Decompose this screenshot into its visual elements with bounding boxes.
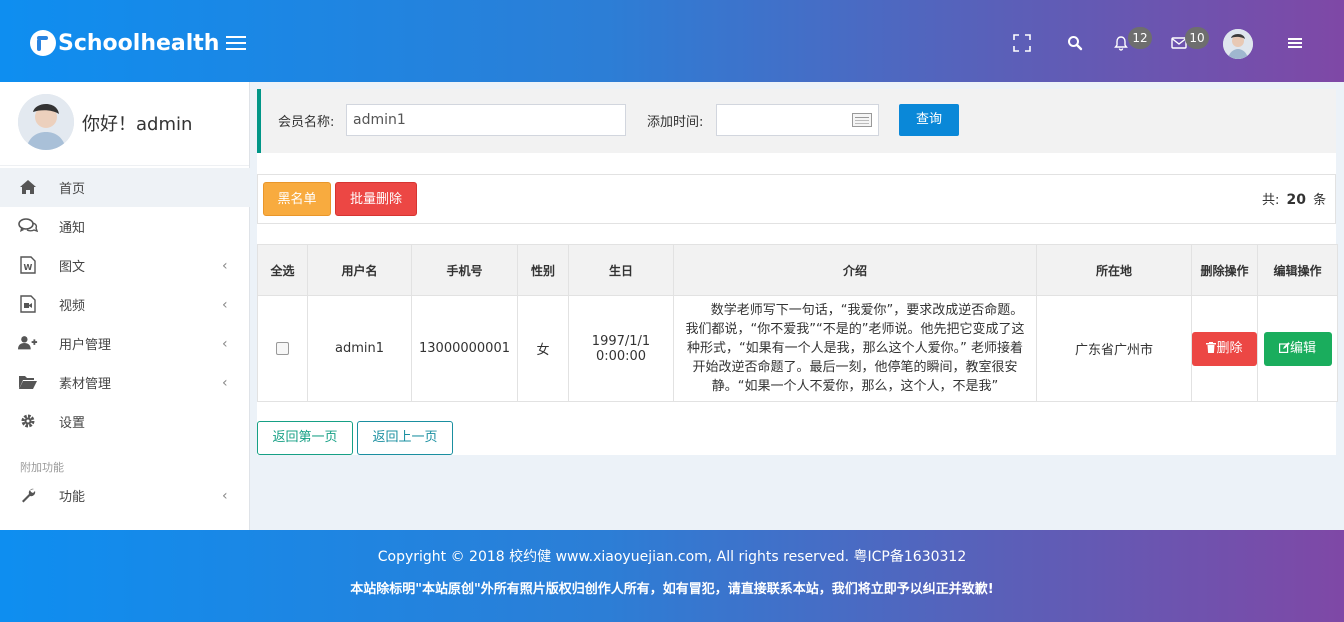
search-icon[interactable] [1064,32,1086,54]
sidebar-item-video[interactable]: 视频 ‹ [0,285,250,324]
add-time-label: 添加时间: [647,115,704,130]
edit-button[interactable]: 编辑 [1263,331,1332,366]
chevron-left-icon: ‹ [222,335,228,352]
copyright-notice: 本站除标明"本站原创"外所有照片版权归创作人所有，如有冒犯，请直接联系本站，我们… [350,582,994,597]
top-header: Schoolhealth 12 10 [0,0,1344,82]
trash-icon [1206,341,1217,353]
location-cell: 广东省广州市 [1036,295,1192,402]
members-table: 全选 用户名 手机号 性别 生日 介绍 所在地 删除操作 编辑操作 admin1… [257,244,1338,402]
greeting-text: 你好！admin [82,114,193,135]
search-panel: 会员名称: admin1 添加时间: [257,89,1336,153]
sidebar-item-label: 功能 [59,490,86,505]
sidebar-item-home[interactable]: 首页 [0,168,250,207]
home-icon [18,178,38,196]
folder-open-icon [18,373,38,391]
gender-cell: 女 [517,295,569,402]
sidebar-section-label: 附加功能 [20,461,64,474]
wrench-icon [18,486,38,504]
comments-icon [18,217,38,235]
gear-icon [18,412,38,430]
notification-badge: 12 [1128,27,1152,49]
prev-page-button[interactable]: 返回上一页 [357,421,453,455]
chevron-left-icon: ‹ [222,296,228,313]
row-checkbox[interactable] [276,342,289,355]
logo-text: Schoolhealth [58,30,220,56]
column-header: 生日 [568,244,674,296]
chevron-left-icon: ‹ [222,257,228,274]
member-name-input[interactable]: admin1 [346,104,626,136]
edit-icon [1278,341,1290,353]
sidebar-item-label: 首页 [59,182,86,197]
sidebar-item-settings[interactable]: 设置 [0,402,250,441]
total-prefix: 共: [1262,193,1280,208]
query-button[interactable]: 查询 [899,104,959,136]
sidebar-item-functions[interactable]: 功能 ‹ [0,476,250,515]
more-menu-icon[interactable] [1284,32,1306,54]
sidebar-item-label: 设置 [59,416,86,431]
user-avatar[interactable] [1223,29,1253,59]
sidebar-item-materials[interactable]: 素材管理 ‹ [0,363,250,402]
user-plus-icon [18,334,38,352]
profile-avatar[interactable] [18,94,74,150]
username-cell: admin1 [307,295,412,402]
column-header: 性别 [517,244,569,296]
chevron-left-icon: ‹ [222,374,228,391]
add-time-input[interactable] [716,104,879,136]
mail-badge: 10 [1185,27,1209,49]
logo-mark-icon [30,30,56,56]
sidebar-item-user-management[interactable]: 用户管理 ‹ [0,324,250,363]
sidebar-toggle-button[interactable] [226,36,246,50]
column-header: 编辑操作 [1257,244,1338,296]
delete-cell: 删除 [1191,295,1258,402]
copyright-text: Copyright © 2018 校约健 www.xiaoyuejian.com… [377,549,967,565]
row-select-cell [257,295,308,402]
column-header: 手机号 [411,244,518,296]
calendar-icon[interactable] [852,113,872,127]
logo[interactable]: Schoolhealth [30,28,219,58]
sidebar: 你好！admin 首页 通知 W 图文 ‹ 视频 ‹ 用户管理 ‹ 素材管理 ‹… [0,82,250,530]
table-toolbar [257,174,1336,224]
member-name-label: 会员名称: [278,115,335,130]
birthday-cell: 1997/1/1 0:00:00 [568,295,674,402]
sidebar-item-label: 图文 [59,260,86,275]
fullscreen-icon[interactable] [1011,32,1033,54]
column-header: 删除操作 [1191,244,1258,296]
sidebar-item-label: 素材管理 [59,377,112,392]
sidebar-item-label: 视频 [59,299,86,314]
first-page-button[interactable]: 返回第一页 [257,421,353,455]
sidebar-item-notice[interactable]: 通知 [0,207,250,246]
intro-cell: 数学老师写下一句话，“我爱你”，要求改成逆否命题。我们都说，“你不爱我”“不是的… [673,295,1037,402]
sidebar-profile: 你好！admin [0,82,249,166]
select-all-header[interactable]: 全选 [257,244,308,296]
delete-button[interactable]: 删除 [1192,331,1257,366]
svg-text:W: W [24,263,33,272]
table-header-row: 全选 用户名 手机号 性别 生日 介绍 所在地 删除操作 编辑操作 [257,244,1338,296]
word-file-icon: W [18,256,38,274]
blacklist-button[interactable]: 黑名单 [263,182,331,216]
total-number: 20 [1286,192,1307,208]
edit-cell: 编辑 [1257,295,1338,402]
sidebar-item-article[interactable]: W 图文 ‹ [0,246,250,285]
total-count: 共: 20 条 [1262,189,1326,208]
column-header: 用户名 [307,244,412,296]
table-row: admin1 13000000001 女 1997/1/1 0:00:00 数学… [257,295,1338,402]
batch-delete-button[interactable]: 批量删除 [335,182,417,216]
total-suffix: 条 [1313,193,1327,208]
sidebar-item-label: 通知 [59,221,86,236]
footer: Copyright © 2018 校约健 www.xiaoyuejian.com… [0,530,1344,622]
chevron-left-icon: ‹ [222,487,228,504]
video-file-icon [18,295,38,313]
sidebar-item-label: 用户管理 [59,338,112,353]
phone-cell: 13000000001 [411,295,518,402]
column-header: 所在地 [1036,244,1192,296]
column-header: 介绍 [673,244,1037,296]
